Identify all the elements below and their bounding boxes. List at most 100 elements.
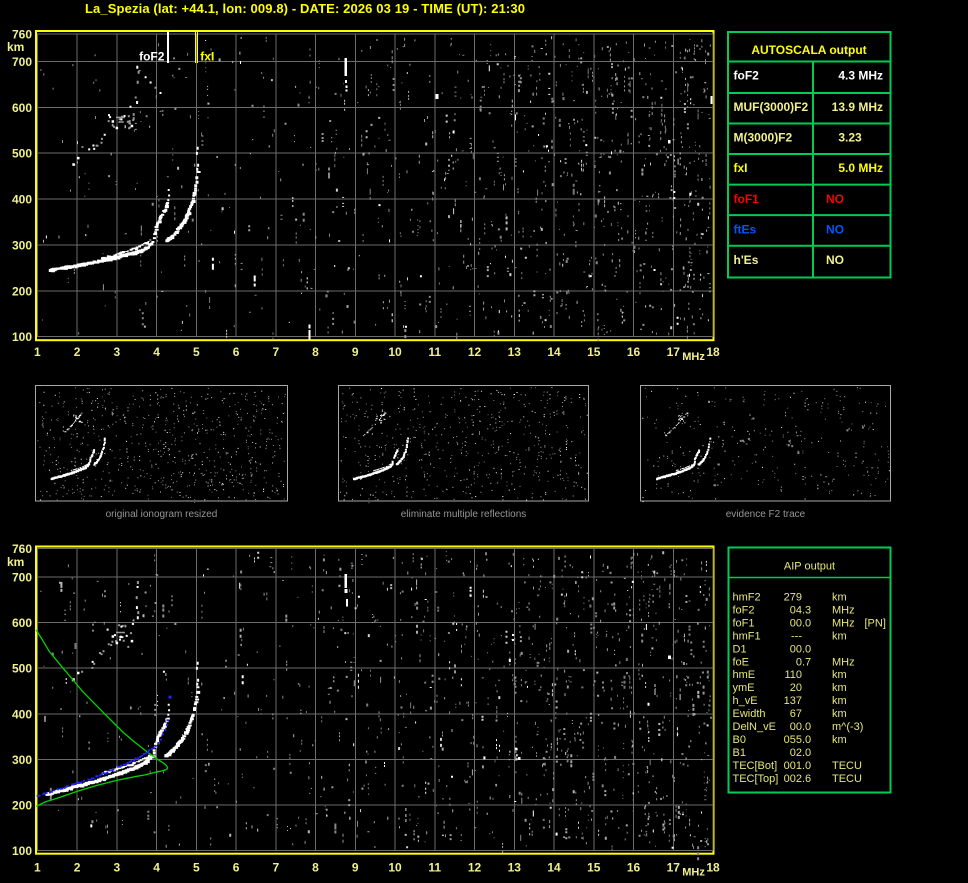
svg-text:9: 9 (352, 861, 359, 875)
svg-text:055: 055 (784, 734, 802, 746)
svg-text:.0: .0 (802, 617, 811, 629)
svg-text:11: 11 (428, 861, 441, 875)
svg-text:400: 400 (12, 707, 32, 721)
svg-text:200: 200 (12, 799, 32, 813)
svg-text:NO: NO (826, 222, 844, 236)
svg-text:8: 8 (312, 861, 319, 875)
svg-text:00: 00 (790, 643, 802, 655)
svg-text:MHz: MHz (832, 656, 855, 668)
svg-text:18: 18 (706, 861, 720, 875)
svg-text:MUF(3000)F2: MUF(3000)F2 (734, 100, 809, 114)
svg-text:001: 001 (784, 760, 802, 772)
svg-text:500: 500 (12, 662, 32, 676)
svg-text:7: 7 (272, 861, 279, 875)
svg-text:7: 7 (272, 345, 279, 359)
svg-text:.23: .23 (845, 131, 862, 145)
svg-text:11: 11 (428, 345, 441, 359)
svg-text:.3 MHz: .3 MHz (845, 69, 883, 83)
svg-text:D1: D1 (733, 643, 747, 655)
svg-text:300: 300 (12, 753, 32, 767)
svg-text:.6: .6 (802, 773, 811, 785)
svg-text:1: 1 (34, 861, 41, 875)
svg-text:137: 137 (784, 695, 802, 707)
svg-text:MHz: MHz (682, 351, 705, 363)
svg-text:.9 MHz: .9 MHz (845, 100, 883, 114)
svg-text:700: 700 (12, 570, 32, 584)
svg-text:4: 4 (153, 861, 160, 875)
svg-text:6: 6 (233, 345, 240, 359)
svg-text:100: 100 (12, 844, 32, 858)
svg-text:279: 279 (784, 592, 802, 604)
svg-text:eliminate multiple reflections: eliminate multiple reflections (401, 509, 527, 520)
svg-text:15: 15 (587, 861, 601, 875)
svg-text:14: 14 (547, 345, 561, 359)
svg-text:TECU: TECU (832, 773, 862, 785)
svg-text:3: 3 (113, 345, 120, 359)
svg-text:18: 18 (706, 345, 720, 359)
svg-text:.7: .7 (802, 656, 811, 668)
svg-text:20: 20 (790, 682, 802, 694)
svg-text:Ewidth: Ewidth (733, 708, 766, 720)
svg-text:DelN_vE: DelN_vE (733, 721, 776, 733)
svg-text:15: 15 (587, 345, 601, 359)
svg-text:6: 6 (233, 861, 240, 875)
svg-text:.0 MHz: .0 MHz (845, 161, 883, 175)
svg-text:14: 14 (547, 861, 561, 875)
svg-text:3: 3 (113, 861, 120, 875)
svg-text:16: 16 (627, 345, 641, 359)
svg-text:5: 5 (193, 345, 200, 359)
svg-text:km: km (7, 555, 24, 569)
svg-text:2: 2 (74, 345, 81, 359)
svg-text:300: 300 (12, 238, 32, 252)
svg-text:fxI: fxI (200, 50, 214, 64)
svg-text:MHz: MHz (682, 867, 705, 879)
svg-text:4: 4 (153, 345, 160, 359)
svg-text:km: km (832, 682, 847, 694)
svg-text:13: 13 (508, 345, 522, 359)
svg-text:8: 8 (312, 345, 319, 359)
svg-text:2: 2 (74, 861, 81, 875)
svg-text:600: 600 (12, 101, 32, 115)
svg-text:13: 13 (508, 861, 522, 875)
svg-text:foF2: foF2 (734, 69, 760, 83)
svg-text:MHz: MHz (832, 617, 855, 629)
svg-text:500: 500 (12, 147, 32, 161)
svg-text:h'Es: h'Es (734, 253, 759, 267)
svg-text:km: km (832, 734, 847, 746)
svg-text:foE: foE (733, 656, 750, 668)
svg-text:.0: .0 (802, 734, 811, 746)
svg-text:ymE: ymE (733, 682, 755, 694)
svg-text:002: 002 (784, 773, 802, 785)
svg-text:AIP output: AIP output (784, 561, 835, 573)
svg-text:5: 5 (193, 861, 200, 875)
svg-text:evidence F2 trace: evidence F2 trace (726, 509, 806, 520)
svg-text:h_vE: h_vE (733, 695, 758, 707)
svg-text:km: km (832, 669, 847, 681)
svg-text:12: 12 (468, 345, 482, 359)
svg-text:M(3000)F2: M(3000)F2 (734, 131, 793, 145)
svg-text:600: 600 (12, 616, 32, 630)
svg-text:---: --- (791, 630, 802, 642)
svg-text:760: 760 (12, 542, 32, 556)
svg-text:700: 700 (12, 55, 32, 69)
svg-text:hmF1: hmF1 (733, 630, 761, 642)
svg-text:1: 1 (34, 345, 41, 359)
svg-text:67: 67 (790, 708, 802, 720)
svg-text:km: km (7, 40, 24, 54)
svg-text:13: 13 (832, 100, 846, 114)
svg-text:.0: .0 (802, 747, 811, 759)
svg-text:NO: NO (826, 253, 844, 267)
svg-text:00: 00 (790, 617, 802, 629)
svg-text:200: 200 (12, 284, 32, 298)
svg-text:original ionogram resized: original ionogram resized (106, 509, 218, 520)
svg-text:.0: .0 (802, 721, 811, 733)
svg-text:.0: .0 (802, 643, 811, 655)
svg-text:fxI: fxI (734, 161, 748, 175)
svg-text:foF1: foF1 (733, 617, 755, 629)
svg-text:10: 10 (388, 345, 402, 359)
svg-text:AUTOSCALA output: AUTOSCALA output (751, 43, 866, 57)
svg-text:17: 17 (667, 861, 681, 875)
svg-text:foF2: foF2 (139, 50, 165, 64)
svg-text:TEC[Top]: TEC[Top] (733, 773, 779, 785)
svg-text:400: 400 (12, 193, 32, 207)
